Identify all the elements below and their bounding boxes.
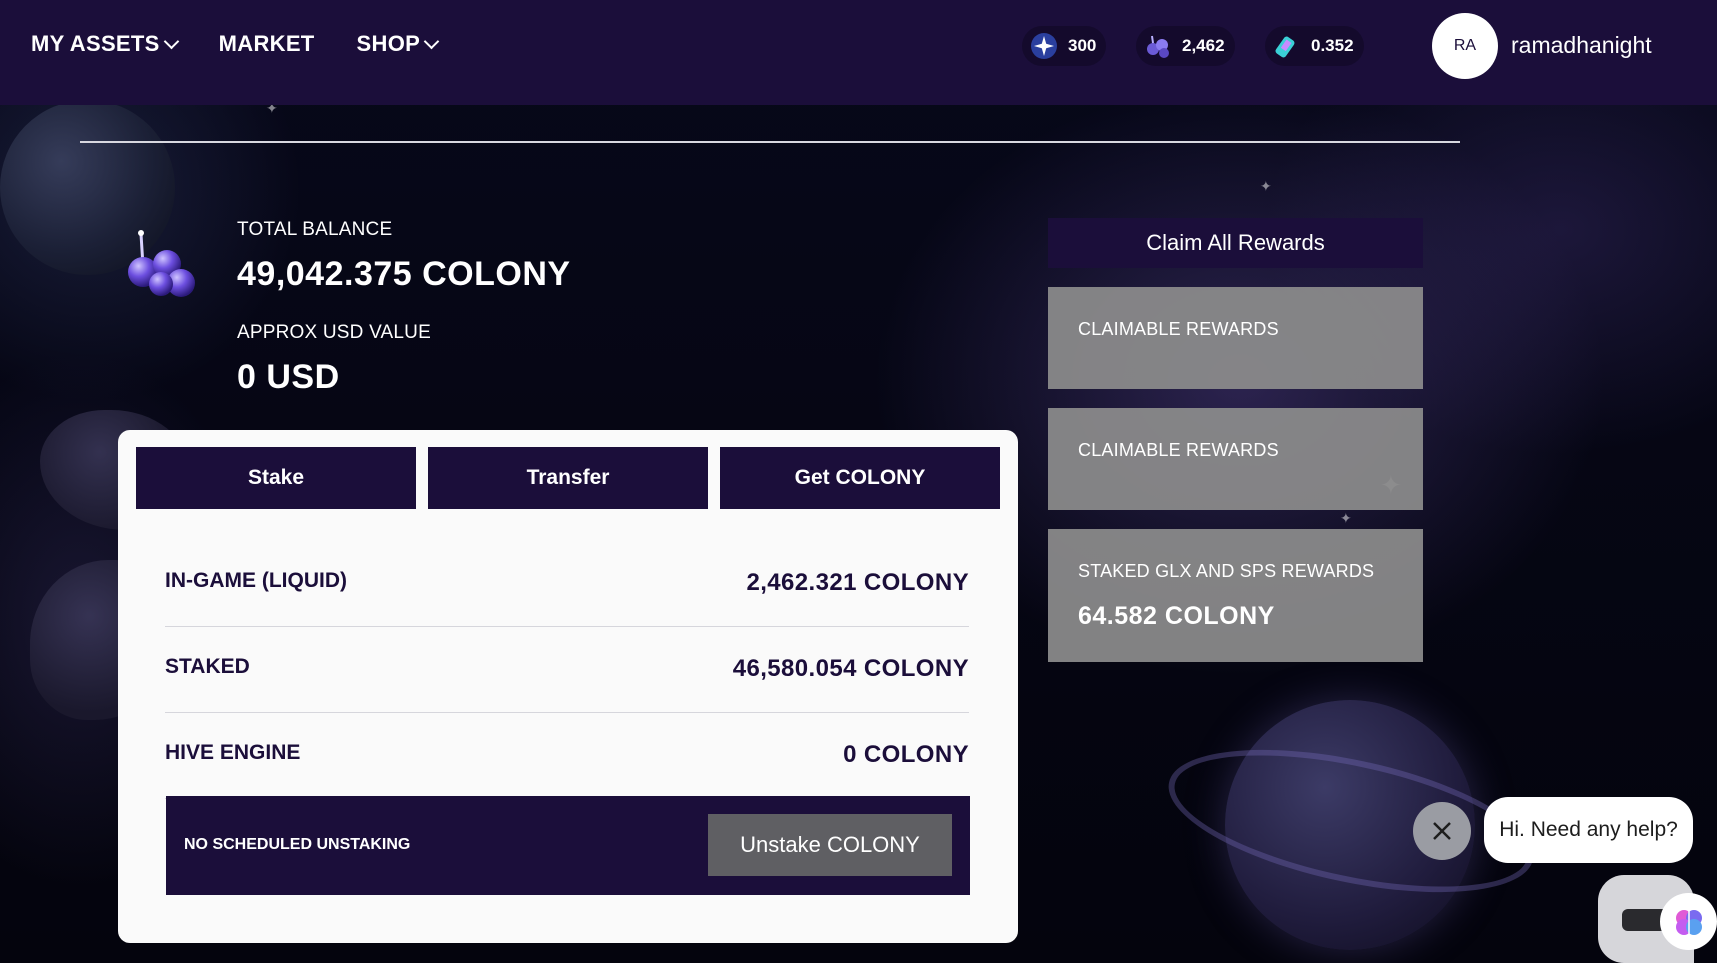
nav-shop-label: SHOP xyxy=(356,31,421,56)
total-balance-value: 49,042.375 COLONY xyxy=(237,255,571,293)
close-icon xyxy=(1433,822,1451,840)
usd-value: 0 USD xyxy=(237,358,340,396)
chevron-down-icon xyxy=(163,33,179,49)
transfer-button[interactable]: Transfer xyxy=(428,447,708,509)
usd-value-label: APPROX USD VALUE xyxy=(237,322,431,343)
brain-icon[interactable] xyxy=(1660,893,1717,950)
chevron-down-icon xyxy=(423,33,440,49)
chat-greeting-text: Hi. Need any help? xyxy=(1499,818,1678,841)
reward-title: CLAIMABLE REWARDS xyxy=(1078,319,1279,339)
star-balance-pill[interactable]: 300 xyxy=(1022,26,1107,66)
chat-close-button[interactable] xyxy=(1413,802,1471,860)
reward-title: STAKED GLX AND SPS REWARDS xyxy=(1078,561,1375,581)
avatar-initials: RA xyxy=(1453,37,1477,54)
stake-button[interactable]: Stake xyxy=(136,447,416,509)
colony-balance-value: 2,462 xyxy=(1182,36,1225,55)
star-icon xyxy=(1030,32,1058,60)
nav-market-label: MARKET xyxy=(218,31,315,56)
divider xyxy=(80,141,1460,143)
reward-value: 64.582 COLONY xyxy=(1078,602,1275,630)
colony-token-icon xyxy=(121,228,211,308)
star-balance-value: 300 xyxy=(1068,36,1097,55)
holding-row-hive-engine: HIVE ENGINE 0 COLONY xyxy=(165,713,969,799)
nav-my-assets[interactable]: MY ASSETS xyxy=(31,31,179,57)
chat-greeting-bubble[interactable]: Hi. Need any help? xyxy=(1484,797,1693,863)
colony-coin-icon xyxy=(1144,32,1172,60)
holding-label: STAKED xyxy=(165,655,250,678)
claimable-rewards-box: CLAIMABLE REWARDS xyxy=(1048,408,1423,510)
holding-value: 2,462.321 COLONY xyxy=(746,569,969,596)
ticket-balance-value: 0.352 xyxy=(1311,36,1354,55)
main-nav: MY ASSETS MARKET SHOP xyxy=(31,31,479,57)
holding-label: IN-GAME (LIQUID) xyxy=(165,569,347,592)
ticket-icon xyxy=(1273,32,1301,60)
staked-rewards-box: STAKED GLX AND SPS REWARDS 64.582 COLONY xyxy=(1048,529,1423,662)
username[interactable]: ramadhanight xyxy=(1511,32,1652,59)
nav-shop[interactable]: SHOP xyxy=(356,31,440,57)
top-navigation-bar: MY ASSETS MARKET SHOP 300 2,462 0.352 RA… xyxy=(0,0,1717,105)
ticket-balance-pill[interactable]: 0.352 xyxy=(1265,26,1364,66)
nav-market[interactable]: MARKET xyxy=(219,31,315,57)
colony-balance-pill[interactable]: 2,462 xyxy=(1136,26,1235,66)
holding-value: 46,580.054 COLONY xyxy=(732,655,969,682)
holding-label: HIVE ENGINE xyxy=(165,741,301,764)
nav-my-assets-label: MY ASSETS xyxy=(31,31,160,56)
unstake-colony-button[interactable]: Unstake COLONY xyxy=(708,814,952,876)
avatar[interactable]: RA xyxy=(1432,13,1498,79)
holding-row-ingame: IN-GAME (LIQUID) 2,462.321 COLONY xyxy=(165,541,969,627)
star-decoration: ✦ xyxy=(1260,178,1272,194)
unstaking-status: NO SCHEDULED UNSTAKING xyxy=(184,836,411,853)
reward-title: CLAIMABLE REWARDS xyxy=(1078,440,1279,460)
unstaking-panel: NO SCHEDULED UNSTAKING Unstake COLONY xyxy=(166,796,970,895)
claimable-rewards-box: CLAIMABLE REWARDS xyxy=(1048,287,1423,389)
total-balance-label: TOTAL BALANCE xyxy=(237,219,393,240)
claim-all-rewards-button[interactable]: Claim All Rewards xyxy=(1048,218,1423,268)
holding-row-staked: STAKED 46,580.054 COLONY xyxy=(165,627,969,713)
star-decoration: ✦ xyxy=(1340,510,1352,526)
colony-wallet-card: Stake Transfer Get COLONY IN-GAME (LIQUI… xyxy=(118,430,1018,943)
holding-value: 0 COLONY xyxy=(843,741,969,768)
get-colony-button[interactable]: Get COLONY xyxy=(720,447,1000,509)
